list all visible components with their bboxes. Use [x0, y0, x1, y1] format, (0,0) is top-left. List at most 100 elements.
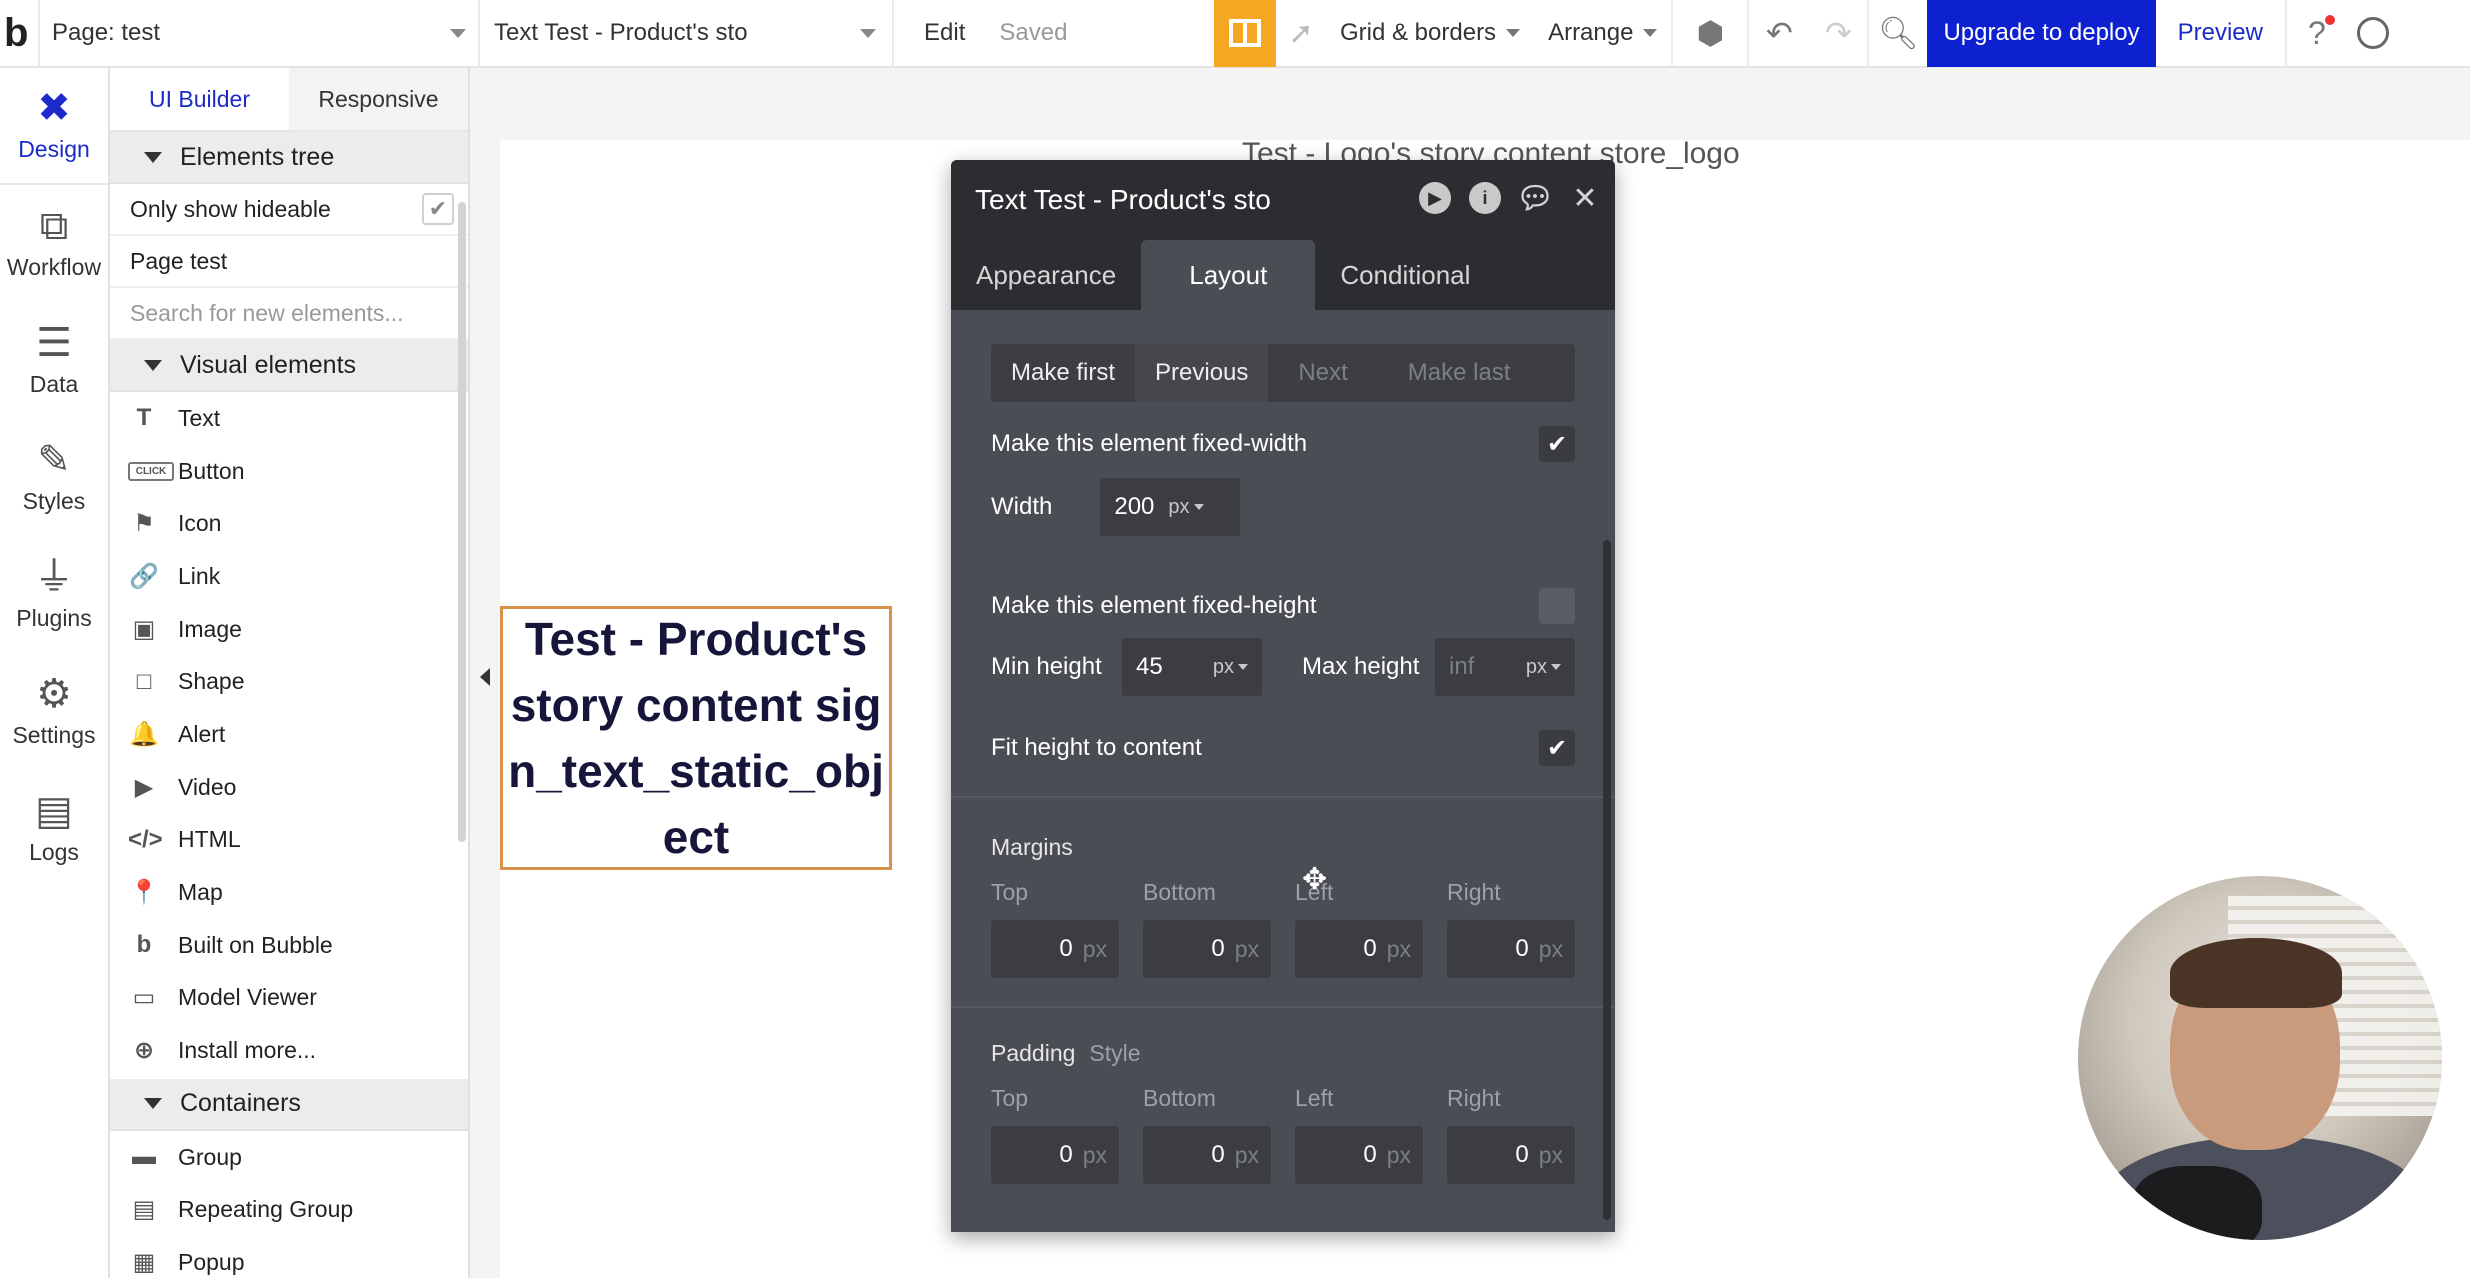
- tab-ui-builder[interactable]: UI Builder: [110, 68, 289, 130]
- image-icon: ▣: [132, 615, 156, 643]
- padding-style-link[interactable]: Style: [1089, 1040, 1140, 1067]
- margin-right-label: Right: [1447, 879, 1501, 905]
- min-height-unit-select[interactable]: px: [1213, 656, 1248, 679]
- width-unit-select[interactable]: px: [1168, 496, 1204, 519]
- nav-logs[interactable]: ▤ Logs: [0, 770, 108, 887]
- only-hideable-label: Only show hideable: [130, 195, 331, 222]
- max-height-input[interactable]: inf px: [1435, 638, 1575, 696]
- visual-element-item[interactable]: ⚑ Icon: [110, 497, 468, 550]
- container-element-item[interactable]: ▦ Popup: [110, 1236, 468, 1278]
- container-element-item[interactable]: ▤ Repeating Group: [110, 1184, 468, 1237]
- preview-button[interactable]: Preview: [2156, 0, 2287, 67]
- fixed-width-checkbox[interactable]: ✔: [1539, 426, 1575, 462]
- padding-top-input[interactable]: 0 px: [991, 1126, 1119, 1184]
- min-height-input[interactable]: 45 px: [1122, 638, 1262, 696]
- close-icon[interactable]: ✕: [1569, 182, 1601, 215]
- margin-top-label: Top: [991, 879, 1029, 905]
- padding-right-input[interactable]: 0 px: [1447, 1126, 1575, 1184]
- margin-top-input[interactable]: 0 px: [991, 920, 1119, 978]
- visual-element-item-label: Built on Bubble: [178, 931, 333, 958]
- only-hideable-checkbox[interactable]: ✔: [422, 193, 454, 225]
- nav-data[interactable]: ☰ Data: [0, 302, 108, 419]
- cursor-icon[interactable]: ➚: [1276, 16, 1326, 51]
- margin-top-value: 0: [1059, 935, 1073, 962]
- nav-plugins[interactable]: ⏚ Plugins: [0, 536, 108, 653]
- help-icon[interactable]: ?: [2287, 0, 2347, 67]
- selected-text-element[interactable]: Test - Product's story content sign_text…: [500, 606, 892, 870]
- panel-scrollbar[interactable]: [458, 202, 466, 842]
- margin-right-input[interactable]: 0 px: [1447, 920, 1575, 978]
- search-icon[interactable]: 🔍︎: [1869, 0, 1927, 67]
- container-element-item[interactable]: ▬ Group: [110, 1131, 468, 1184]
- margin-left-input[interactable]: 0 px: [1295, 920, 1423, 978]
- built-on-bubble-icon: b: [136, 931, 152, 959]
- visual-element-item[interactable]: </> HTML: [110, 814, 468, 867]
- comment-icon[interactable]: 💬︎: [1516, 182, 1554, 215]
- element-selector-label: Text Test - Product's sto: [494, 19, 748, 46]
- microphone: [2132, 1166, 2262, 1240]
- cube-icon[interactable]: ⬢: [1673, 0, 1750, 67]
- tab-responsive[interactable]: Responsive: [289, 68, 468, 130]
- visual-element-item[interactable]: b Built on Bubble: [110, 919, 468, 972]
- play-icon[interactable]: ▶: [1419, 182, 1451, 214]
- visual-element-item[interactable]: T Text: [110, 392, 468, 445]
- visual-element-item[interactable]: 📍 Map: [110, 866, 468, 919]
- visual-element-item[interactable]: □ Shape: [110, 655, 468, 708]
- max-height-unit-select[interactable]: px: [1526, 656, 1561, 679]
- fit-height-checkbox[interactable]: ✔: [1539, 730, 1575, 766]
- nav-settings[interactable]: ⚙ Settings: [0, 653, 108, 770]
- visual-element-item[interactable]: ▶ Video: [110, 761, 468, 814]
- nav-styles[interactable]: ✎ Styles: [0, 419, 108, 536]
- tab-conditional[interactable]: Conditional: [1315, 240, 1495, 310]
- collapse-panel-icon[interactable]: [480, 668, 490, 686]
- page-selector[interactable]: Page: test: [40, 0, 480, 67]
- html-icon: </>: [128, 825, 163, 853]
- notification-dot: [2324, 15, 2335, 25]
- margin-left-unit: px: [1386, 935, 1411, 962]
- account-avatar-icon[interactable]: [2356, 17, 2389, 49]
- edit-status: Edit Saved: [894, 0, 1214, 67]
- make-last-button[interactable]: Make last: [1378, 344, 1541, 402]
- visual-element-item[interactable]: ▭ Model Viewer: [110, 972, 468, 1025]
- nav-workflow[interactable]: ⧉ Workflow: [0, 185, 108, 302]
- padding-top-label: Top: [991, 1085, 1029, 1111]
- previous-button[interactable]: Previous: [1135, 344, 1269, 402]
- arrange-menu[interactable]: Arrange: [1534, 0, 1674, 67]
- info-icon[interactable]: i: [1469, 182, 1501, 214]
- next-button[interactable]: Next: [1268, 344, 1377, 402]
- tree-item-page[interactable]: Page test: [110, 236, 468, 288]
- tab-appearance[interactable]: Appearance: [951, 240, 1141, 310]
- margin-bottom-input[interactable]: 0 px: [1143, 920, 1271, 978]
- make-first-button[interactable]: Make first: [991, 344, 1135, 402]
- containers-header[interactable]: Containers: [110, 1078, 468, 1131]
- visual-element-item[interactable]: 🔔 Alert: [110, 708, 468, 761]
- top-bar: b Page: test Text Test - Product's sto E…: [0, 0, 2470, 68]
- element-selector[interactable]: Text Test - Product's sto: [480, 0, 894, 67]
- visual-element-item[interactable]: 🔗 Link: [110, 550, 468, 603]
- padding-bottom-input[interactable]: 0 px: [1143, 1126, 1271, 1184]
- element-search-input[interactable]: Search for new elements...: [110, 288, 468, 340]
- nav-design[interactable]: ✖ Design: [0, 68, 108, 185]
- editor-header[interactable]: Text Test - Product's sto ▶ i 💬︎ ✕: [951, 160, 1615, 240]
- visual-element-item[interactable]: CLICK Button: [110, 445, 468, 498]
- visual-element-item[interactable]: ⊕ Install more...: [110, 1024, 468, 1077]
- visual-elements-header[interactable]: Visual elements: [110, 340, 468, 392]
- caret-down-icon: [144, 151, 162, 163]
- padding-left-input[interactable]: 0 px: [1295, 1126, 1423, 1184]
- fixed-height-checkbox[interactable]: [1539, 588, 1575, 624]
- edit-button[interactable]: Edit: [924, 19, 965, 47]
- grid-borders-menu[interactable]: Grid & borders: [1326, 0, 1534, 67]
- min-height-value: 45: [1136, 653, 1163, 680]
- visual-element-item[interactable]: ▣ Image: [110, 603, 468, 656]
- width-input[interactable]: 200 px: [1100, 478, 1241, 536]
- upgrade-button[interactable]: Upgrade to deploy: [1927, 0, 2156, 67]
- tab-layout[interactable]: Layout: [1141, 240, 1316, 310]
- editor-scrollbar[interactable]: [1603, 540, 1611, 1220]
- elements-tree-header[interactable]: Elements tree: [110, 132, 468, 184]
- gift-icon[interactable]: [1214, 0, 1276, 67]
- fit-height-label: Fit height to content: [991, 734, 1202, 761]
- bubble-logo[interactable]: b: [0, 0, 40, 67]
- undo-icon[interactable]: ↶: [1749, 0, 1809, 67]
- repeating-group-icon: ▤: [132, 1196, 156, 1224]
- redo-icon[interactable]: ↷: [1809, 0, 1870, 67]
